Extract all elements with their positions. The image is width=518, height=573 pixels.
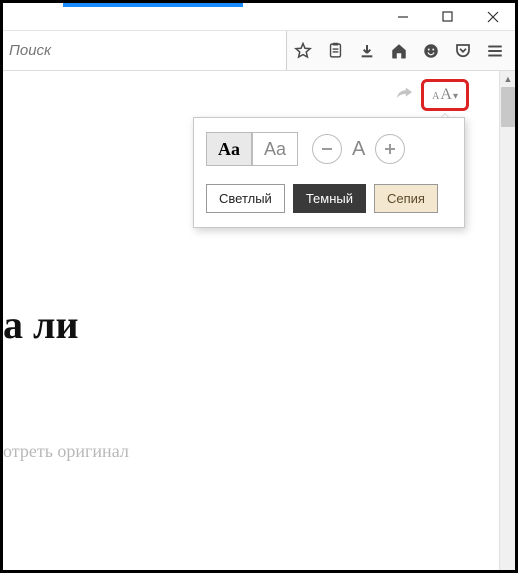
font-sans-option[interactable]: Aa bbox=[252, 132, 298, 166]
title-bar bbox=[3, 3, 515, 31]
home-button[interactable] bbox=[383, 35, 415, 67]
share-arrow-icon bbox=[393, 84, 415, 102]
theme-sepia-button[interactable]: Сепия bbox=[374, 184, 438, 213]
vertical-scrollbar[interactable]: ▲ bbox=[499, 71, 515, 570]
increase-font-button[interactable] bbox=[375, 134, 405, 164]
main-toolbar bbox=[3, 31, 515, 71]
bookmark-star-button[interactable] bbox=[287, 35, 319, 67]
hamburger-icon bbox=[486, 42, 504, 60]
font-family-toggle[interactable]: Aa Aa bbox=[206, 132, 298, 166]
close-button[interactable] bbox=[470, 3, 515, 31]
share-button[interactable] bbox=[393, 84, 415, 107]
decrease-font-button[interactable] bbox=[312, 134, 342, 164]
home-icon bbox=[390, 42, 408, 60]
content-area: A A ▾ Aa Aa A bbox=[3, 71, 515, 570]
scroll-up-icon[interactable]: ▲ bbox=[500, 71, 516, 87]
smiley-button[interactable] bbox=[415, 35, 447, 67]
font-serif-option[interactable]: Aa bbox=[206, 132, 252, 166]
aa-small-icon: A bbox=[432, 91, 439, 102]
minimize-icon bbox=[397, 11, 409, 23]
tab-accent bbox=[63, 3, 243, 7]
type-controls-panel: Aa Aa A Светлый Темный bbox=[193, 117, 465, 228]
aa-large-icon: A bbox=[440, 86, 452, 104]
theme-row: Светлый Темный Сепия bbox=[206, 184, 452, 213]
download-arrow-icon bbox=[359, 43, 375, 59]
font-size-indicator: A bbox=[352, 138, 365, 161]
clipboard-button[interactable] bbox=[319, 35, 351, 67]
reader-content: A A ▾ Aa Aa A bbox=[3, 71, 499, 570]
pocket-button[interactable] bbox=[447, 35, 479, 67]
search-input[interactable] bbox=[3, 31, 287, 70]
plus-icon bbox=[383, 142, 397, 156]
pocket-icon bbox=[454, 42, 472, 60]
smiley-icon bbox=[422, 42, 440, 60]
font-row: Aa Aa A bbox=[206, 132, 452, 166]
minimize-button[interactable] bbox=[380, 3, 425, 31]
font-size-group: A bbox=[312, 134, 405, 164]
menu-button[interactable] bbox=[479, 35, 511, 67]
star-icon bbox=[294, 42, 312, 60]
scroll-thumb[interactable] bbox=[501, 87, 515, 127]
page-title: а ли bbox=[3, 301, 79, 348]
maximize-button[interactable] bbox=[425, 3, 470, 31]
close-icon bbox=[487, 11, 499, 23]
reader-toolbar: A A ▾ bbox=[3, 79, 499, 111]
aa-dot-icon: ▾ bbox=[453, 91, 458, 102]
theme-light-button[interactable]: Светлый bbox=[206, 184, 285, 213]
page-subtitle: отреть оригинал bbox=[3, 441, 129, 462]
theme-dark-button[interactable]: Темный bbox=[293, 184, 366, 213]
minus-icon bbox=[320, 142, 334, 156]
downloads-button[interactable] bbox=[351, 35, 383, 67]
clipboard-icon bbox=[327, 42, 344, 59]
maximize-icon bbox=[442, 11, 453, 22]
type-controls-button[interactable]: A A ▾ bbox=[421, 79, 469, 111]
